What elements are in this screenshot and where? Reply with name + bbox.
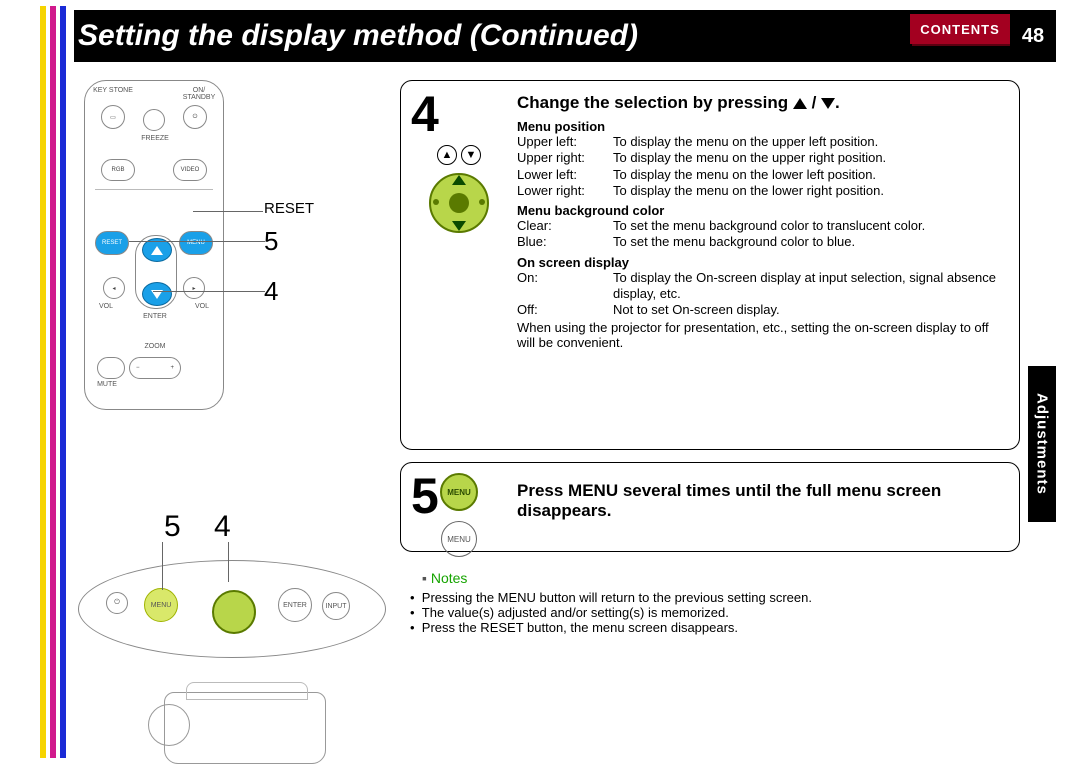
remote-dpad <box>135 235 177 309</box>
step-5-heading: Press MENU several times until the full … <box>517 481 1005 521</box>
osd-heading: On screen display <box>517 255 1005 270</box>
reset-button: RESET <box>95 231 129 255</box>
power-button-icon: ⏻ <box>183 105 207 129</box>
step-5-box: 5 MENU MENU Press MENU several times unt… <box>400 462 1020 552</box>
decorative-stripes <box>40 6 66 758</box>
notes-title: Notes <box>422 570 467 586</box>
down-icon: ▼ <box>461 145 481 165</box>
triangle-down-icon <box>821 98 835 109</box>
note-item: Pressing the MENU button will return to … <box>410 590 1032 605</box>
dpad-left-icon: ◂ <box>103 277 125 299</box>
vol-plus-label: VOL <box>187 303 217 310</box>
rgb-button: RGB <box>101 159 135 181</box>
panel-power-icon: ⏻ <box>106 592 128 614</box>
illustration-column: KEY STONE ON/ STANDBY ▭ ⏻ FREEZE RGB VID… <box>78 80 384 410</box>
panel-input-button: INPUT <box>322 592 350 620</box>
menu-outline-icon: MENU <box>441 521 477 557</box>
mute-button <box>97 357 125 379</box>
osd-tail-note: When using the projector for presentatio… <box>517 320 1005 350</box>
panel-menu-button: MENU <box>144 588 178 622</box>
video-button: VIDEO <box>173 159 207 181</box>
dpad-right-icon: ▸ <box>183 277 205 299</box>
title-bar: Setting the display method (Continued) C… <box>74 10 1056 62</box>
notes-section: Notes Pressing the MENU button will retu… <box>400 570 1032 635</box>
enter-label: ENTER <box>137 313 173 320</box>
keystone-label: KEY STONE <box>93 87 133 94</box>
freeze-button-icon <box>143 109 165 131</box>
vol-minus-label: VOL <box>91 303 121 310</box>
menu-green-icon: MENU <box>440 473 478 511</box>
dpad-green-icon <box>429 173 489 233</box>
step-5-icon: MENU MENU <box>411 473 507 557</box>
menu-bgcolor-list: Clear:To set the menu background color t… <box>517 218 1005 251</box>
control-panel-illustration: ⏻ MENU ENTER INPUT <box>78 560 384 656</box>
triangle-up-icon <box>793 98 807 109</box>
section-tab-label: Adjustments <box>1034 393 1051 495</box>
standby-label: ON/ STANDBY <box>179 87 219 101</box>
callout-four: 4 <box>264 276 278 307</box>
note-item: Press the RESET button, the menu screen … <box>410 620 1032 635</box>
panel-dpad <box>202 580 262 640</box>
callout-five: 5 <box>264 226 278 257</box>
panel-callout-numbers: 5 4 <box>164 510 231 544</box>
panel-enter-button: ENTER <box>278 588 312 622</box>
freeze-label: FREEZE <box>135 135 175 142</box>
page-number: 48 <box>1010 10 1056 62</box>
keystone-button-icon: ▭ <box>101 105 125 129</box>
note-item: The value(s) adjusted and/or setting(s) … <box>410 605 1032 620</box>
manual-page: Setting the display method (Continued) C… <box>0 0 1080 764</box>
page-content: Setting the display method (Continued) C… <box>74 0 1056 764</box>
page-title: Setting the display method (Continued) <box>78 19 638 53</box>
dpad-down-icon <box>142 282 172 306</box>
instruction-column: 4 ▲▼ Change the selection by pressing / … <box>400 80 1020 564</box>
menu-position-heading: Menu position <box>517 119 1005 134</box>
zoom-label: ZOOM <box>135 343 175 350</box>
panel-callout-four: 4 <box>214 510 231 543</box>
section-tab-adjustments: Adjustments <box>1028 366 1056 522</box>
contents-button[interactable]: CONTENTS <box>910 14 1010 44</box>
step-4-number: 4 <box>411 85 439 143</box>
osd-list: On:To display the On-screen display at i… <box>517 270 1005 319</box>
zoom-rocker: − + <box>129 357 181 379</box>
menu-bgcolor-heading: Menu background color <box>517 203 1005 218</box>
menu-position-list: Upper left:To display the menu on the up… <box>517 134 1005 199</box>
up-icon: ▲ <box>437 145 457 165</box>
projector-illustration <box>138 670 348 764</box>
notes-list: Pressing the MENU button will return to … <box>410 590 1032 635</box>
remote-control-illustration: KEY STONE ON/ STANDBY ▭ ⏻ FREEZE RGB VID… <box>84 80 224 410</box>
step-4-heading: Change the selection by pressing / . <box>517 93 1005 113</box>
panel-callout-five: 5 <box>164 510 181 543</box>
callout-reset: RESET <box>264 200 314 217</box>
step-4-box: 4 ▲▼ Change the selection by pressing / … <box>400 80 1020 450</box>
menu-button: MENU <box>179 231 213 255</box>
step-4-icon: ▲▼ <box>411 145 507 233</box>
mute-label: MUTE <box>93 381 121 388</box>
